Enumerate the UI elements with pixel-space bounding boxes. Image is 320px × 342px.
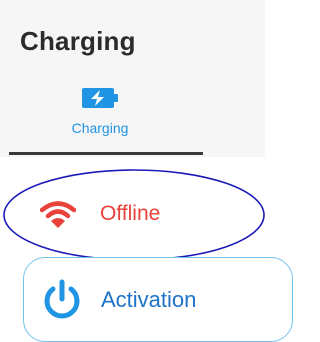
battery-charging-icon (82, 88, 118, 108)
power-icon (44, 279, 80, 318)
connection-status: Offline (40, 196, 160, 232)
charging-screen: Charging Charging Offline Activation (0, 0, 293, 342)
activation-button[interactable]: Activation (23, 257, 293, 342)
page-header: Charging Charging (0, 0, 265, 157)
wifi-icon (40, 201, 76, 228)
tab-charging-label: Charging (71, 120, 129, 136)
tab-active-indicator (9, 152, 203, 155)
activation-label: Activation (101, 286, 197, 312)
page-title: Charging (20, 26, 136, 56)
tab-charging[interactable]: Charging (60, 88, 140, 136)
status-label: Offline (100, 202, 161, 225)
